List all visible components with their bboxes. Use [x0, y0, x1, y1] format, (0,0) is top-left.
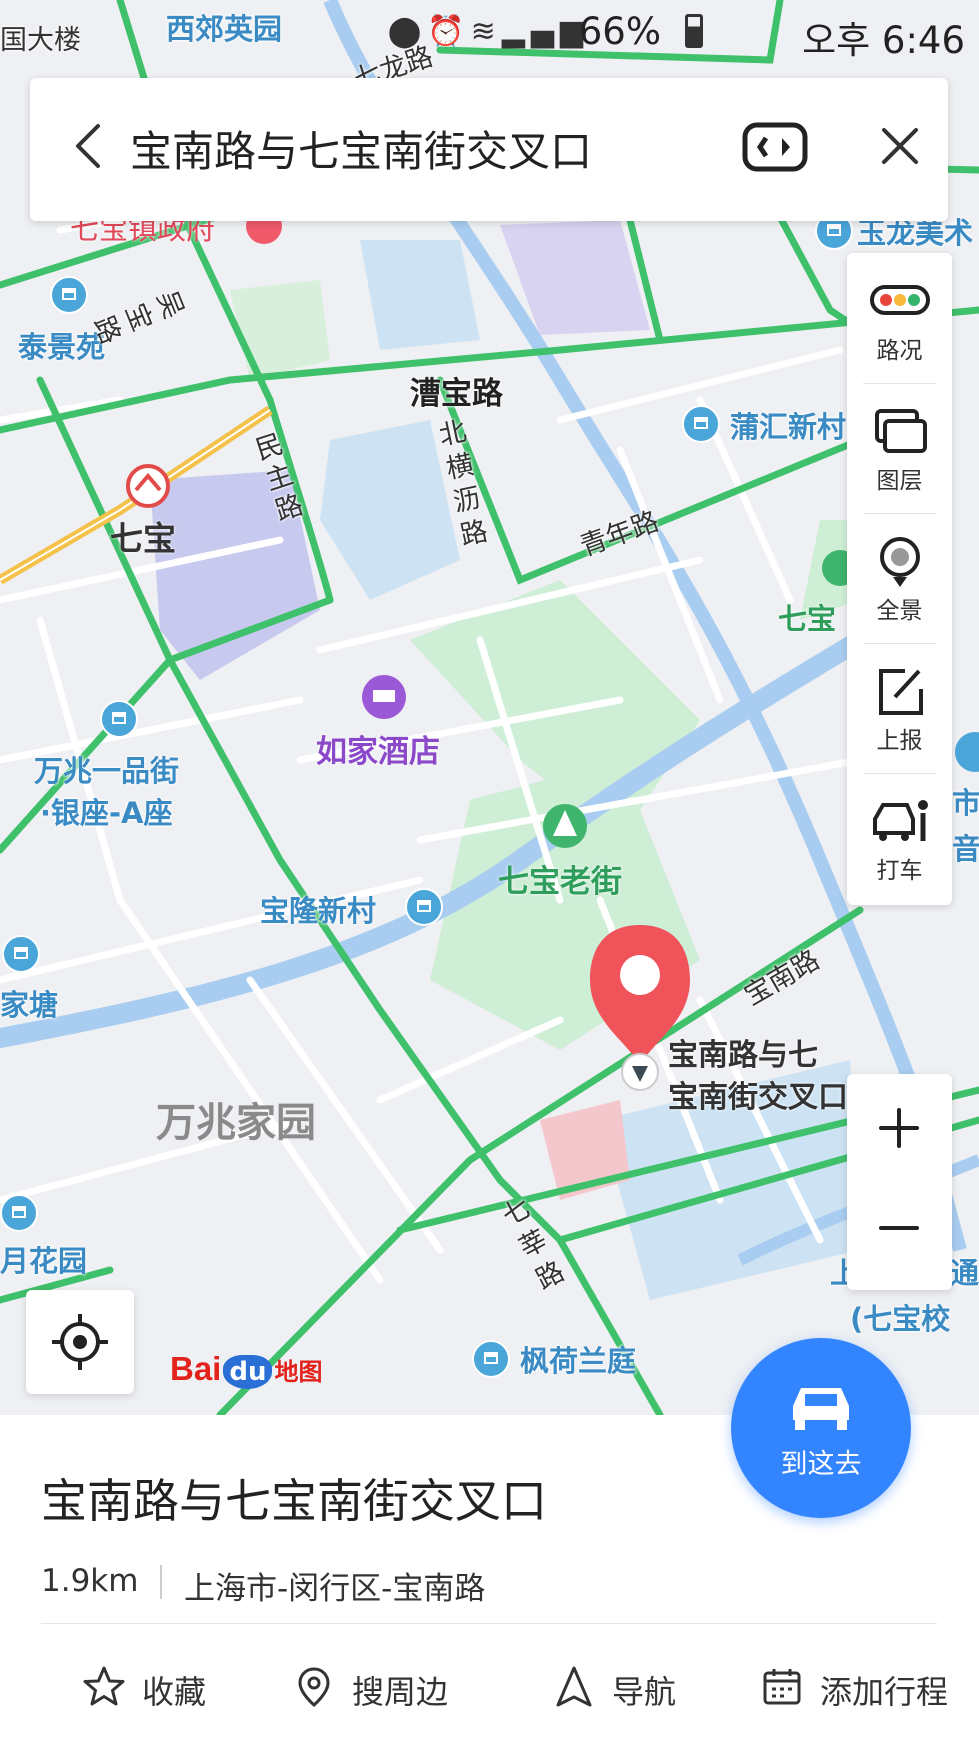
place-distance: 1.9km	[41, 1563, 139, 1599]
map-label[interactable]: 枫荷兰庭	[520, 1338, 636, 1380]
map-label[interactable]: 月花园	[0, 1238, 87, 1280]
battery-icon	[685, 14, 703, 48]
map-label[interactable]: 宝隆新村	[260, 888, 376, 930]
layers-icon	[875, 409, 927, 453]
tool-layers[interactable]: 图层	[847, 383, 952, 513]
action-label: 收藏	[142, 1673, 207, 1711]
map-label[interactable]: 万兆一品街	[34, 748, 179, 790]
metro-station-label[interactable]: 七宝	[110, 512, 176, 560]
tool-label: 全景	[876, 598, 923, 624]
navigation-arrow-icon	[556, 1666, 592, 1707]
poi-building-icon[interactable]	[405, 888, 443, 926]
poi-building-icon[interactable]	[472, 1340, 510, 1378]
go-here-button[interactable]: 到这去	[731, 1338, 911, 1518]
map-tools-panel: 路况 图层 全景 上报 打车	[847, 253, 952, 905]
hotel-label[interactable]: 如家酒店	[316, 726, 440, 771]
star-icon	[83, 1666, 125, 1706]
status-icons: ⬤⏰≋▂▄▆	[388, 14, 589, 49]
baidu-map-logo: Bai du 地图	[170, 1350, 323, 1389]
poi-building-icon[interactable]	[100, 700, 138, 738]
tool-label: 上报	[876, 728, 923, 754]
place-title: 宝南路与七宝南街交叉口	[41, 1474, 547, 1528]
divider	[41, 1623, 937, 1624]
road-label: 漕宝路	[410, 376, 503, 412]
car-icon	[793, 1388, 849, 1430]
crosshair-icon	[52, 1314, 108, 1370]
tool-traffic[interactable]: 路况	[847, 253, 952, 383]
report-edit-icon	[879, 669, 923, 715]
map-label[interactable]: (七宝校	[850, 1296, 950, 1338]
poi-building-icon[interactable]	[2, 935, 40, 973]
map-label[interactable]: ·银座-A座	[40, 790, 173, 832]
search-bar: 宝南路与七宝南街交叉口	[30, 78, 948, 221]
back-arrow-icon[interactable]	[60, 116, 120, 176]
locate-me-button[interactable]	[26, 1290, 134, 1394]
tool-label: 路况	[876, 338, 923, 364]
poi-building-icon[interactable]	[682, 405, 720, 443]
close-icon[interactable]	[870, 116, 930, 176]
map-label[interactable]: 七宝	[778, 596, 836, 638]
zoom-out-button[interactable]	[847, 1182, 952, 1290]
divider	[160, 1565, 162, 1599]
taxi-icon	[873, 800, 928, 841]
status-bar: ⬤⏰≋▂▄▆ 66% 오후 6:46	[0, 0, 979, 64]
poi-building-icon[interactable]	[0, 1194, 38, 1232]
pin-label: 宝南路与七	[668, 1038, 818, 1073]
traffic-light-icon	[870, 285, 930, 315]
tool-taxi[interactable]: 打车	[847, 773, 952, 903]
action-label: 搜周边	[352, 1673, 449, 1711]
pin-label: 宝南街交叉口	[668, 1080, 848, 1115]
tool-panorama[interactable]: 全景	[847, 513, 952, 643]
tool-report[interactable]: 上报	[847, 643, 952, 773]
zoom-in-button[interactable]	[847, 1074, 952, 1182]
area-label: 万兆家园	[156, 1100, 316, 1146]
map-label[interactable]: 蒲汇新村	[730, 404, 846, 446]
zoom-control	[847, 1074, 952, 1290]
status-clock: 오후 6:46	[802, 19, 965, 62]
calendar-icon	[763, 1669, 801, 1705]
park-label[interactable]: 七宝老街	[498, 856, 622, 901]
place-address: 上海市-闵行区-宝南路	[184, 1571, 486, 1607]
map-label[interactable]: 音	[952, 826, 979, 868]
map-label[interactable]: 家塘	[0, 982, 58, 1024]
signal-icon: ▂▄▆	[501, 14, 589, 49]
poi-building-icon[interactable]	[50, 276, 88, 314]
wifi-icon: ≋	[470, 14, 502, 49]
battery-percent: 66%	[578, 10, 661, 53]
action-label: 添加行程	[820, 1673, 949, 1711]
location-icon: ⬤	[387, 14, 428, 49]
action-label: 导航	[612, 1673, 677, 1711]
tool-label: 打车	[876, 858, 923, 884]
alarm-icon: ⏰	[427, 14, 471, 49]
panorama-icon	[880, 537, 920, 587]
search-query[interactable]: 宝南路与七宝南街交叉口	[130, 118, 592, 179]
tool-label: 图层	[876, 468, 923, 494]
go-here-label: 到这去	[780, 1449, 862, 1480]
map-label[interactable]: 市	[952, 780, 979, 822]
map-label[interactable]: 通	[950, 1250, 979, 1292]
ar-view-icon[interactable]	[742, 120, 808, 174]
location-pin-icon	[298, 1667, 330, 1707]
